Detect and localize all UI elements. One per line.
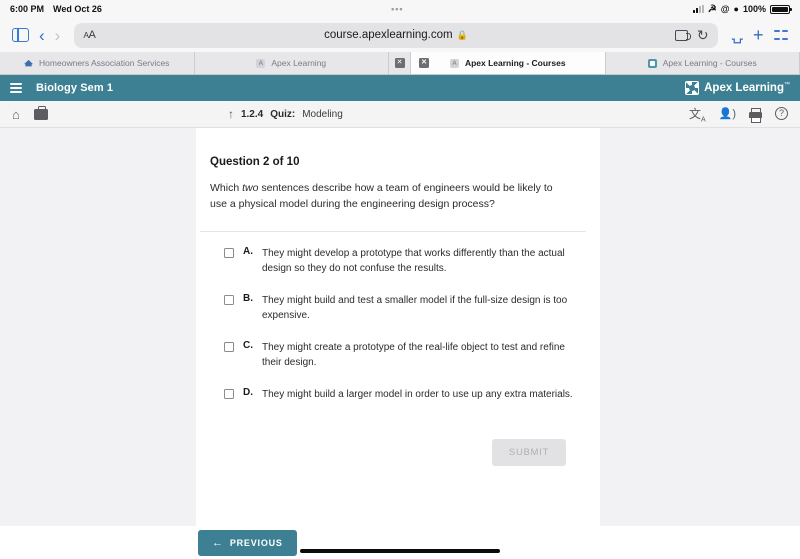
previous-button[interactable]: ← PREVIOUS bbox=[198, 529, 297, 556]
option-letter: D. bbox=[243, 386, 253, 398]
question-prefix: Which bbox=[210, 182, 243, 194]
read-aloud-icon[interactable]: 👤) bbox=[719, 107, 736, 120]
left-arrow-icon: ← bbox=[212, 536, 224, 549]
answer-option-c[interactable]: C. They might create a prototype of the … bbox=[224, 340, 586, 370]
apex-starburst-icon bbox=[685, 81, 700, 95]
address-bar-url-group: course.apexlearning.com 🔒 bbox=[74, 29, 717, 41]
answer-option-a[interactable]: A. They might develop a prototype that w… bbox=[224, 246, 586, 276]
checkbox-d[interactable] bbox=[224, 388, 234, 399]
question-counter: Question 2 of 10 bbox=[210, 156, 300, 168]
checkbox-c[interactable] bbox=[224, 341, 234, 352]
submit-button[interactable]: SUBMIT bbox=[491, 438, 566, 466]
person-icon: ● bbox=[733, 4, 739, 14]
forward-icon: › bbox=[54, 25, 61, 45]
at-symbol-icon: @ bbox=[720, 4, 730, 14]
briefcase-icon[interactable] bbox=[33, 105, 48, 120]
close-icon[interactable]: ✕ bbox=[394, 58, 405, 68]
status-bar-right: ☭ @ ● 100% bbox=[692, 3, 792, 15]
apex-gray-icon: A bbox=[256, 58, 266, 68]
option-text: They might develop a prototype that work… bbox=[262, 247, 565, 274]
submit-row: SUBMIT bbox=[196, 419, 600, 466]
quiz-footer: ← PREVIOUS bbox=[0, 526, 800, 559]
breadcrumb: ⌂ ↑ 1.2.4 Quiz: Modeling 文A 👤) ? bbox=[0, 101, 800, 128]
browser-tab-label: Homeowners Association Services bbox=[39, 58, 170, 68]
course-title: Biology Sem 1 bbox=[36, 82, 114, 94]
option-letter: C. bbox=[243, 339, 253, 351]
status-time: 6:00 PM bbox=[10, 4, 45, 14]
print-icon[interactable] bbox=[748, 107, 762, 123]
status-dots: ••• bbox=[391, 4, 404, 14]
browser-tab-3-active[interactable]: ✕ A Apex Learning - Courses bbox=[411, 52, 606, 74]
brand-name: Apex Learning™ bbox=[704, 82, 790, 94]
browser-tab-4[interactable]: Apex Learning - Courses bbox=[605, 52, 800, 74]
back-icon[interactable]: ‹ bbox=[39, 27, 45, 44]
hoa-house-icon bbox=[24, 59, 34, 67]
up-arrow-icon[interactable]: ↑ bbox=[228, 107, 234, 121]
question-emphasis: two bbox=[242, 182, 259, 194]
browser-tab-label: Apex Learning bbox=[271, 58, 327, 68]
browser-tab-bar: Homeowners Association Services A Apex L… bbox=[0, 52, 800, 75]
breadcrumb-tools: 文A 👤) ? bbox=[689, 105, 788, 123]
previous-button-label: PREVIOUS bbox=[229, 537, 283, 548]
option-text: They might create a prototype of the rea… bbox=[262, 341, 565, 368]
cellular-signal-icon bbox=[692, 5, 704, 13]
app-header: Biology Sem 1 Apex Learning™ bbox=[0, 75, 800, 101]
wifi-icon: ☭ bbox=[707, 3, 717, 15]
extensions-icon[interactable] bbox=[674, 29, 691, 41]
status-bar-center: ••• bbox=[391, 4, 403, 14]
sidebar-toggle-icon[interactable] bbox=[12, 28, 29, 42]
activity-name: Modeling bbox=[302, 108, 343, 120]
help-icon[interactable]: ? bbox=[774, 107, 788, 121]
browser-tab-label: Apex Learning - Courses bbox=[464, 58, 566, 68]
activity-type: Quiz: bbox=[270, 108, 296, 120]
quiz-content-panel: Question 2 of 10 Which two sentences des… bbox=[196, 128, 600, 526]
quiz-page: Question 2 of 10 Which two sentences des… bbox=[0, 128, 800, 526]
safari-toolbar: ‹ › AA course.apexlearning.com 🔒 ↻ ⍽ + bbox=[0, 18, 800, 52]
browser-tab-label: Apex Learning - Courses bbox=[662, 58, 757, 68]
browser-tab-2-close[interactable]: ✕ bbox=[389, 52, 411, 74]
new-tab-icon[interactable]: + bbox=[753, 25, 764, 46]
option-letter: B. bbox=[243, 292, 253, 304]
translate-icon[interactable]: 文A bbox=[689, 105, 706, 123]
share-icon[interactable]: ⍽ bbox=[732, 26, 743, 44]
ipad-safari-screen: 6:00 PM Wed Oct 26 ••• ☭ @ ● 100% ‹ › AA… bbox=[0, 0, 800, 559]
option-letter: A. bbox=[243, 245, 253, 257]
battery-percent: 100% bbox=[742, 4, 766, 14]
breadcrumb-activity: ↑ 1.2.4 Quiz: Modeling bbox=[228, 107, 343, 121]
close-icon[interactable]: ✕ bbox=[419, 58, 429, 68]
home-icon[interactable]: ⌂ bbox=[12, 107, 20, 122]
address-bar[interactable]: AA course.apexlearning.com 🔒 ↻ bbox=[74, 22, 718, 48]
activity-number: 1.2.4 bbox=[240, 108, 264, 120]
answer-option-d[interactable]: D. They might build a larger model in or… bbox=[224, 387, 586, 402]
answer-options: A. They might develop a prototype that w… bbox=[196, 232, 600, 402]
checkbox-b[interactable] bbox=[224, 294, 234, 305]
hamburger-menu-icon[interactable] bbox=[10, 82, 22, 94]
option-text: They might build and test a smaller mode… bbox=[262, 294, 568, 321]
browser-tab-1[interactable]: Homeowners Association Services bbox=[0, 52, 195, 74]
apex-gray-icon: A bbox=[449, 58, 459, 68]
browser-tab-2[interactable]: A Apex Learning bbox=[194, 52, 389, 74]
ios-status-bar: 6:00 PM Wed Oct 26 ••• ☭ @ ● 100% bbox=[0, 0, 800, 18]
battery-icon bbox=[769, 4, 792, 14]
answer-option-b[interactable]: B. They might build and test a smaller m… bbox=[224, 293, 586, 323]
status-bar-left: 6:00 PM Wed Oct 26 bbox=[10, 4, 102, 14]
question-text: Which two sentences describe how a team … bbox=[196, 168, 571, 213]
status-date: Wed Oct 26 bbox=[53, 4, 102, 14]
option-text: They might build a larger model in order… bbox=[262, 388, 573, 400]
apex-learning-logo: Apex Learning™ bbox=[685, 81, 790, 95]
tab-overview-icon[interactable] bbox=[773, 28, 788, 43]
checkbox-a[interactable] bbox=[224, 247, 234, 258]
address-bar-url: course.apexlearning.com bbox=[324, 29, 453, 41]
ios-home-indicator[interactable] bbox=[300, 549, 500, 553]
apex-teal-icon bbox=[647, 58, 657, 68]
question-suffix: sentences describe how a team of enginee… bbox=[210, 182, 553, 211]
lock-icon: 🔒 bbox=[456, 29, 468, 40]
